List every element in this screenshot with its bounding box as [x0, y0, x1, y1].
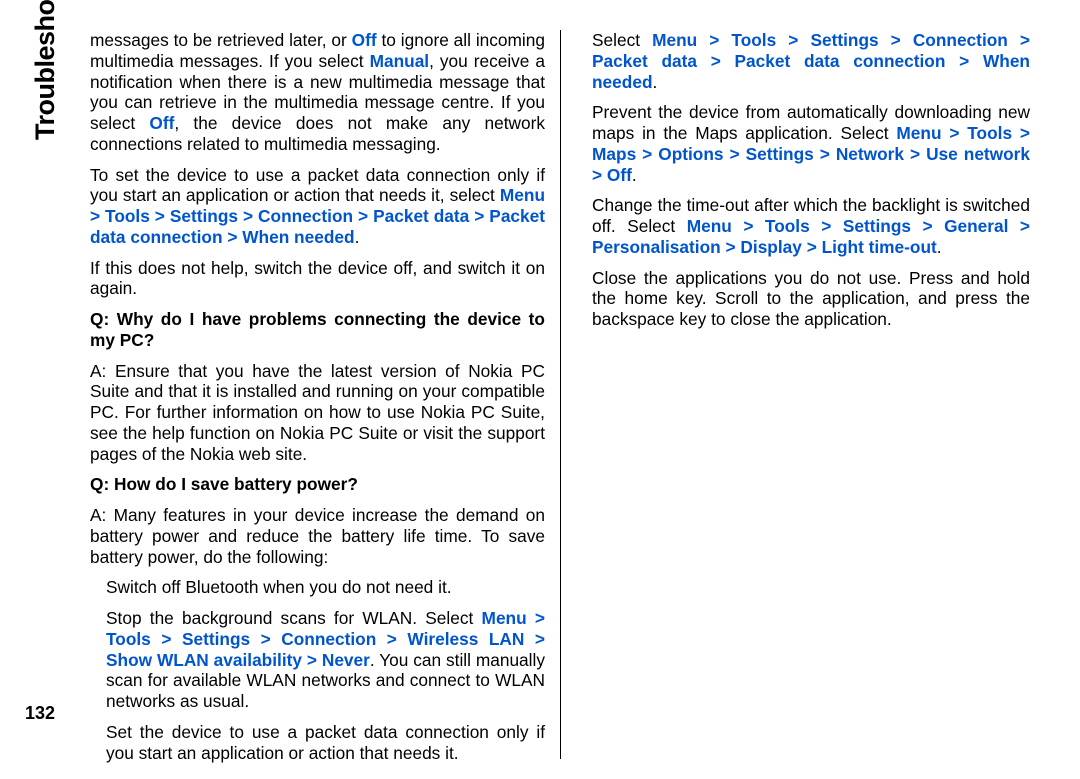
path-separator: >	[724, 144, 746, 164]
paragraph: Prevent the device from automatically do…	[592, 102, 1030, 185]
menu-path: Connection	[258, 206, 353, 226]
path-separator: >	[151, 629, 182, 649]
paragraph: If this does not help, switch the device…	[90, 258, 545, 300]
menu-path: Personalisation	[592, 237, 721, 257]
path-separator: >	[814, 144, 836, 164]
text: Stop the background scans for WLAN. Sele…	[106, 608, 482, 628]
text: .	[937, 237, 942, 257]
menu-path: Packet data	[373, 206, 469, 226]
path-separator: >	[945, 51, 983, 71]
ui-value-off: Off	[352, 30, 377, 50]
menu-path: Settings	[843, 216, 911, 236]
paragraph: To set the device to use a packet data c…	[90, 165, 545, 248]
column-left: messages to be retrieved later, or Off t…	[90, 30, 560, 759]
menu-path: Tools	[967, 123, 1012, 143]
menu-path: Menu	[687, 216, 732, 236]
path-separator: >	[250, 629, 281, 649]
paragraph: Select Menu > Tools > Settings > Connect…	[592, 30, 1030, 92]
menu-path: Menu	[500, 185, 545, 205]
path-separator: >	[904, 144, 926, 164]
path-separator: >	[942, 123, 968, 143]
path-separator: >	[810, 216, 843, 236]
path-separator: >	[150, 206, 170, 226]
menu-path: Network	[836, 144, 904, 164]
list-item: Switch off Bluetooth when you do not nee…	[106, 577, 545, 598]
path-separator: >	[1008, 216, 1030, 236]
menu-path: Display	[740, 237, 801, 257]
page: Troubleshooting 132 messages to be retri…	[0, 0, 1080, 779]
path-separator: >	[721, 237, 741, 257]
menu-path: Tools	[105, 206, 150, 226]
path-separator: >	[697, 51, 735, 71]
section-title: Troubleshooting	[30, 0, 61, 140]
menu-path: Light time-out	[822, 237, 937, 257]
text: messages to be retrieved later, or	[90, 30, 352, 50]
path-separator: >	[302, 650, 322, 670]
menu-path: Tools	[765, 216, 810, 236]
content-columns: messages to be retrieved later, or Off t…	[90, 30, 1040, 759]
menu-path: Settings	[170, 206, 238, 226]
menu-path: Packet data connection	[735, 51, 946, 71]
menu-path: General	[944, 216, 1008, 236]
question: Q: Why do I have problems connecting the…	[90, 309, 545, 351]
path-separator: >	[802, 237, 822, 257]
paragraph: messages to be retrieved later, or Off t…	[90, 30, 545, 155]
list-item: Set the device to use a packet data conn…	[106, 722, 545, 764]
path-separator: >	[879, 30, 913, 50]
menu-path: Wireless LAN	[407, 629, 524, 649]
text: .	[653, 72, 658, 92]
question: Q: How do I save battery power?	[90, 474, 545, 495]
menu-path: Options	[658, 144, 723, 164]
text: Select	[592, 30, 652, 50]
path-separator: >	[911, 216, 944, 236]
answer: A: Ensure that you have the latest versi…	[90, 361, 545, 465]
ui-value-off: Off	[149, 113, 174, 133]
text: .	[355, 227, 360, 247]
menu-path: Menu	[896, 123, 941, 143]
menu-path: Menu	[652, 30, 697, 50]
menu-path: Settings	[810, 30, 878, 50]
path-separator: >	[376, 629, 407, 649]
menu-path: Tools	[106, 629, 151, 649]
menu-path: Off	[607, 165, 632, 185]
menu-path: Never	[322, 650, 370, 670]
path-separator: >	[527, 608, 545, 628]
menu-path: Show WLAN availability	[106, 650, 302, 670]
menu-path: Settings	[746, 144, 814, 164]
menu-path: Use network	[926, 144, 1030, 164]
menu-path: Connection	[913, 30, 1008, 50]
page-number: 132	[25, 703, 55, 724]
path-separator: >	[90, 206, 105, 226]
menu-path: Menu	[482, 608, 527, 628]
menu-path: When needed	[242, 227, 354, 247]
text: .	[632, 165, 637, 185]
path-separator: >	[353, 206, 373, 226]
path-separator: >	[238, 206, 258, 226]
path-separator: >	[776, 30, 810, 50]
paragraph: Change the time-out after which the back…	[592, 195, 1030, 257]
column-right: Select Menu > Tools > Settings > Connect…	[560, 30, 1030, 759]
path-separator: >	[636, 144, 658, 164]
ui-value-manual: Manual	[370, 51, 430, 71]
answer: A: Many features in your device increase…	[90, 505, 545, 567]
menu-path: Tools	[731, 30, 776, 50]
path-separator: >	[732, 216, 765, 236]
paragraph: Close the applications you do not use. P…	[592, 268, 1030, 330]
path-separator: >	[524, 629, 545, 649]
menu-path: Settings	[182, 629, 250, 649]
path-separator: >	[592, 165, 607, 185]
path-separator: >	[1008, 30, 1030, 50]
menu-path: Connection	[281, 629, 376, 649]
menu-path: Packet data	[592, 51, 697, 71]
text: To set the device to use a packet data c…	[90, 165, 545, 206]
path-separator: >	[223, 227, 243, 247]
list-item: Stop the background scans for WLAN. Sele…	[106, 608, 545, 712]
menu-path: Maps	[592, 144, 636, 164]
path-separator: >	[469, 206, 489, 226]
path-separator: >	[1012, 123, 1030, 143]
path-separator: >	[697, 30, 731, 50]
